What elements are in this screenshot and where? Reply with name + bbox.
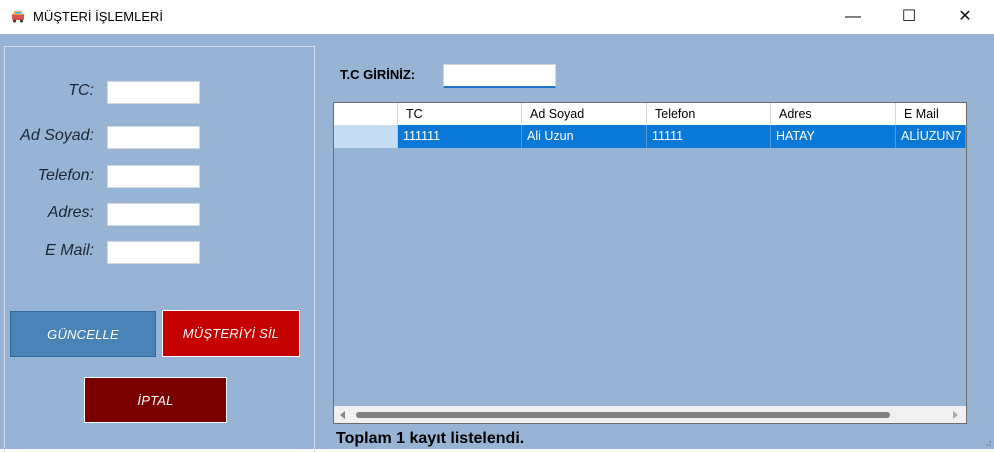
telefon-field[interactable]	[107, 165, 200, 188]
tc-search-label: T.C GİRİNİZ:	[340, 67, 416, 82]
close-icon: ✕	[958, 8, 972, 25]
maximize-button[interactable]: ☐	[886, 0, 932, 34]
column-header-email[interactable]: E Mail	[896, 103, 966, 125]
window-title: MÜŞTERİ İŞLEMLERİ	[33, 9, 164, 24]
scroll-right-icon[interactable]	[953, 411, 958, 419]
table-row[interactable]: 111111 Ali Uzun 11111 HATAY ALİUZUN7	[334, 125, 966, 148]
column-header-adres[interactable]: Adres	[771, 103, 896, 125]
delete-customer-button[interactable]: MÜŞTERİYİ SİL	[162, 310, 300, 357]
horizontal-scrollbar[interactable]	[334, 406, 966, 423]
tc-label: TC:	[68, 82, 94, 99]
column-header-telefon[interactable]: Telefon	[647, 103, 771, 125]
ad-soyad-label: Ad Soyad:	[20, 127, 94, 144]
ad-soyad-field[interactable]	[107, 126, 200, 149]
cell-ad-soyad[interactable]: Ali Uzun	[522, 125, 647, 148]
grid-corner-header	[334, 103, 398, 125]
column-header-ad-soyad[interactable]: Ad Soyad	[522, 103, 647, 125]
car-icon	[12, 11, 24, 23]
grid-header: TC Ad Soyad Telefon Adres E Mail	[334, 103, 966, 125]
scrollbar-thumb[interactable]	[356, 412, 890, 418]
tc-field[interactable]	[107, 81, 200, 104]
record-count-status: Toplam 1 kayıt listelendi.	[336, 430, 525, 447]
email-field[interactable]	[107, 241, 200, 264]
email-label: E Mail:	[45, 242, 94, 259]
column-header-tc[interactable]: TC	[398, 103, 522, 125]
cell-telefon[interactable]: 11111	[647, 125, 771, 148]
adres-field[interactable]	[107, 203, 200, 226]
update-button[interactable]: GÜNCELLE	[10, 311, 156, 357]
row-header[interactable]	[334, 125, 398, 148]
cell-adres[interactable]: HATAY	[771, 125, 896, 148]
cancel-button[interactable]: İPTAL	[84, 377, 227, 423]
minimize-icon: —	[845, 8, 861, 25]
resize-grip-icon[interactable]	[982, 437, 992, 447]
maximize-icon: ☐	[901, 8, 917, 25]
telefon-label: Telefon:	[37, 167, 94, 184]
cell-email[interactable]: ALİUZUN7	[896, 125, 966, 148]
minimize-button[interactable]: —	[830, 0, 876, 34]
scroll-left-icon[interactable]	[340, 411, 345, 419]
title-bar: MÜŞTERİ İŞLEMLERİ — ☐ ✕	[0, 0, 994, 34]
adres-label: Adres:	[47, 204, 94, 221]
customer-grid[interactable]: TC Ad Soyad Telefon Adres E Mail 111111 …	[333, 102, 967, 424]
tc-search-input[interactable]	[443, 64, 556, 88]
close-button[interactable]: ✕	[942, 0, 988, 34]
cell-tc[interactable]: 111111	[398, 125, 522, 148]
form-client-area: TC: Ad Soyad: Telefon: Adres: E Mail: GÜ…	[0, 34, 994, 452]
